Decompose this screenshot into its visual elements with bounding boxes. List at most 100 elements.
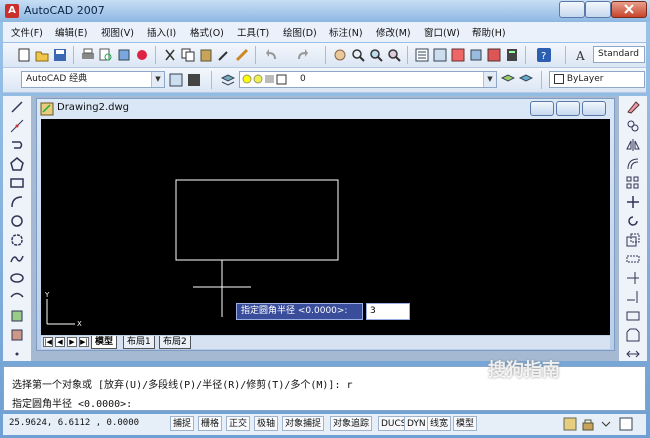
doc-minimize-icon[interactable] [571,26,583,36]
tab-model[interactable]: 模型 [91,336,118,349]
model-button[interactable]: 模型 [453,416,478,431]
undo-icon[interactable] [265,48,279,62]
erase-icon[interactable] [626,100,640,114]
print-icon[interactable] [81,48,95,62]
move-icon[interactable] [626,195,640,209]
polar-button[interactable]: 极轴 [254,416,279,431]
polyline-icon[interactable] [10,138,24,152]
otrack-button[interactable]: 对象追踪 [330,416,373,431]
publish-icon[interactable] [117,48,131,62]
paste-icon[interactable] [199,48,213,62]
maximize-button[interactable] [585,1,611,18]
tab-layout2[interactable]: 布局2 [159,336,191,349]
tool-palettes-icon[interactable] [451,48,465,62]
mirror-icon[interactable] [626,138,640,152]
zoom-previous-icon[interactable] [387,48,401,62]
arc-icon[interactable] [10,195,24,209]
drawing-maximize-button[interactable] [556,101,580,116]
menu-edit[interactable]: 编辑(E) [55,25,87,39]
layer-previous-icon[interactable] [519,73,533,87]
osnap-button[interactable]: 对象捕捉 [282,416,325,431]
stretch-icon[interactable] [626,252,640,266]
sheet-set-icon[interactable] [469,48,483,62]
tab-layout1[interactable]: 布局1 [123,336,155,349]
help-icon[interactable]: ? [537,48,551,62]
doc-restore-icon[interactable] [593,26,605,36]
minimize-button[interactable] [559,1,585,18]
properties-icon[interactable] [415,48,429,62]
block-editor-icon[interactable] [235,48,249,62]
lwt-button[interactable]: 线宽 [427,416,452,431]
explode-icon[interactable] [626,347,640,361]
ortho-button[interactable]: 正交 [226,416,251,431]
menu-window[interactable]: 窗口(W) [424,25,460,39]
menu-modify[interactable]: 修改(M) [376,25,411,39]
color-combo[interactable]: ByLayer [549,71,645,88]
drawing-close-button[interactable] [582,101,606,116]
menu-draw[interactable]: 绘图(D) [283,25,317,39]
quickcalc-icon[interactable] [505,48,519,62]
offset-icon[interactable] [626,157,640,171]
clean-screen-icon[interactable] [619,417,633,431]
zoom-window-icon[interactable] [369,48,383,62]
workspace-settings-icon[interactable] [169,73,183,87]
drawing-canvas[interactable]: Y X 指定圆角半径 <0.0000>: 3 [41,119,610,335]
menu-file[interactable]: 文件(F) [11,25,43,39]
close-button[interactable] [611,1,647,18]
break-icon[interactable] [626,309,640,323]
layer-combo[interactable]: 0 ▼ [239,71,497,88]
layer-manager-icon[interactable] [221,73,235,87]
rectangle-icon[interactable] [10,176,24,190]
copy-icon[interactable] [181,48,195,62]
last-tab-icon[interactable]: ▶| [79,337,89,347]
copy-object-icon[interactable] [626,119,640,133]
lock-icon[interactable] [581,417,595,431]
open-icon[interactable] [35,48,49,62]
menu-insert[interactable]: 插入(I) [147,25,176,39]
ellipse-icon[interactable] [10,271,24,285]
menu-tools[interactable]: 工具(T) [237,25,269,39]
menu-view[interactable]: 视图(V) [101,25,134,39]
make-layer-current-icon[interactable] [501,73,515,87]
command-prompt-line[interactable]: 指定圆角半径 <0.0000>: [12,395,132,410]
status-menu-icon[interactable] [599,417,613,431]
save-icon[interactable] [53,48,67,62]
text-style-combo[interactable]: Standard [593,46,645,63]
array-icon[interactable] [626,176,640,190]
doc-close-icon[interactable] [615,26,627,36]
plot-preview-icon[interactable] [99,48,113,62]
revision-cloud-icon[interactable] [10,233,24,247]
ellipse-arc-icon[interactable] [10,290,24,304]
match-properties-icon[interactable] [217,48,231,62]
make-block-icon[interactable] [10,328,24,342]
snap-button[interactable]: 捕捉 [170,416,195,431]
insert-block-icon[interactable] [10,309,24,323]
polygon-icon[interactable] [10,157,24,171]
menu-format[interactable]: 格式(O) [190,25,224,39]
zoom-realtime-icon[interactable] [351,48,365,62]
new-icon[interactable] [17,48,31,62]
extend-icon[interactable] [626,290,640,304]
workspace-save-icon[interactable] [187,73,201,87]
first-tab-icon[interactable]: |◀ [43,337,53,347]
point-icon[interactable] [10,347,24,361]
grid-button[interactable]: 栅格 [198,416,223,431]
workspace-combo[interactable]: AutoCAD 经典 ▼ [21,71,165,88]
dynamic-input-field[interactable]: 3 [366,303,410,320]
next-tab-icon[interactable]: ▶ [67,337,77,347]
3d-dwf-icon[interactable] [135,48,149,62]
circle-icon[interactable] [10,214,24,228]
communication-center-icon[interactable] [563,417,577,431]
trim-icon[interactable] [626,271,640,285]
line-icon[interactable] [10,100,24,114]
prev-tab-icon[interactable]: ◀ [55,337,65,347]
drawing-minimize-button[interactable] [530,101,554,116]
rectangle-object[interactable] [175,179,339,261]
pan-icon[interactable] [333,48,347,62]
scale-icon[interactable] [626,233,640,247]
design-center-icon[interactable] [433,48,447,62]
spline-icon[interactable] [10,252,24,266]
menu-dimension[interactable]: 标注(N) [329,25,363,39]
menu-help[interactable]: 帮助(H) [472,25,506,39]
chamfer-icon[interactable] [626,328,640,342]
